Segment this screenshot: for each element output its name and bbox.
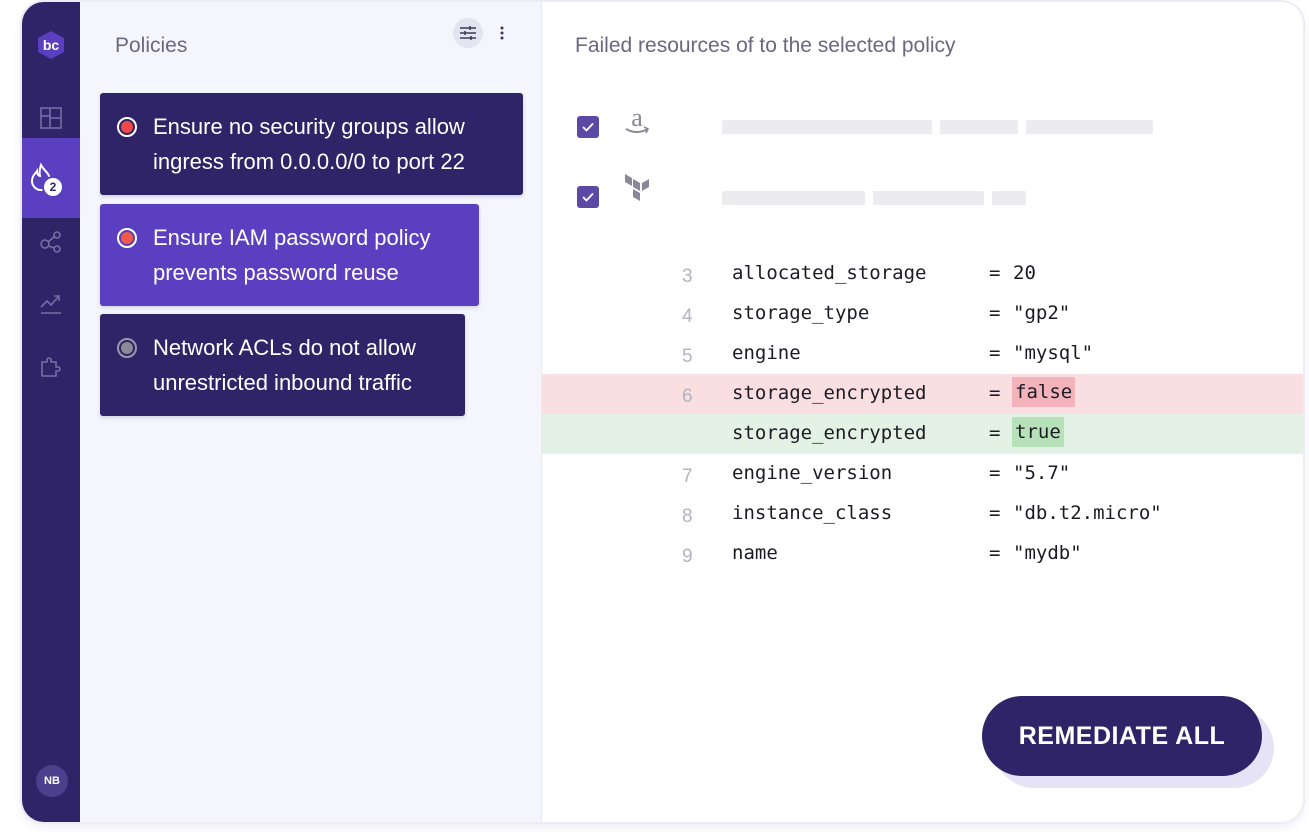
- policy-name-line1: Ensure IAM password policy: [153, 225, 431, 250]
- skeleton-bar: [940, 120, 1018, 134]
- policy-name-line1: Ensure no security groups allow: [153, 114, 465, 139]
- amazon-icon: a: [622, 102, 652, 136]
- code-equals: =: [989, 302, 1001, 324]
- code-line: 4 storage_type = "gp2": [542, 294, 1303, 334]
- skeleton-bar: [1026, 120, 1153, 134]
- sliders-icon: [460, 26, 476, 40]
- app-window: bc 2 NB Policies Ensure no security grou…: [22, 2, 1303, 822]
- status-dot-icon: [117, 117, 137, 137]
- failed-resources-title: Failed resources of to the selected poli…: [575, 34, 956, 57]
- code-line-added: storage_encrypted = true: [542, 414, 1303, 454]
- trend-icon[interactable]: [39, 292, 63, 316]
- code-key: instance_class: [732, 502, 893, 524]
- code-value: "mydb": [1013, 542, 1082, 564]
- policies-panel: Policies Ensure no security groups allow…: [80, 2, 542, 822]
- skeleton-bar: [992, 191, 1026, 205]
- code-equals: =: [989, 382, 1001, 404]
- line-number: 6: [682, 386, 693, 407]
- bridgecrew-logo[interactable]: bc: [36, 30, 66, 60]
- notification-badge: 2: [42, 176, 64, 198]
- policy-name-line1: Network ACLs do not allow: [153, 335, 416, 360]
- code-equals: =: [989, 502, 1001, 524]
- policy-card[interactable]: Ensure no security groups allow ingress …: [100, 93, 523, 195]
- code-line: 3 allocated_storage = 20: [542, 254, 1303, 294]
- code-value-added: true: [1012, 417, 1064, 447]
- code-value: "5.7": [1013, 462, 1071, 484]
- code-key: allocated_storage: [732, 262, 927, 284]
- kebab-menu-icon: [500, 26, 504, 40]
- sidebar-item-policies[interactable]: 2: [22, 138, 80, 218]
- line-number: 9: [682, 546, 693, 567]
- graph-icon[interactable]: [39, 230, 63, 254]
- code-equals: =: [989, 542, 1001, 564]
- policies-title: Policies: [115, 34, 188, 57]
- line-number: 7: [682, 466, 693, 487]
- sidebar: bc 2 NB: [22, 2, 80, 822]
- user-avatar[interactable]: NB: [36, 765, 68, 797]
- resource-checkbox[interactable]: [577, 116, 599, 138]
- code-equals: =: [989, 422, 1001, 444]
- policy-name-line2: unrestricted inbound traffic: [153, 370, 412, 395]
- policy-card-selected[interactable]: Ensure IAM password policy prevents pass…: [100, 204, 479, 306]
- code-equals: =: [989, 342, 1001, 364]
- status-dot-icon: [117, 338, 137, 358]
- code-value: 20: [1013, 262, 1036, 284]
- line-number: 5: [682, 346, 693, 367]
- policy-name-line2: prevents password reuse: [153, 260, 399, 285]
- resource-checkbox[interactable]: [577, 186, 599, 208]
- filter-button[interactable]: [453, 18, 483, 48]
- remediate-all-button[interactable]: REMEDIATE ALL: [982, 696, 1262, 776]
- checkmark-icon: [582, 192, 594, 202]
- policy-name-line2: ingress from 0.0.0.0/0 to port 22: [153, 149, 465, 174]
- code-panel: Failed resources of to the selected poli…: [542, 2, 1303, 822]
- code-equals: =: [989, 462, 1001, 484]
- code-equals: =: [989, 262, 1001, 284]
- more-options-button[interactable]: [494, 22, 510, 44]
- code-key: engine_version: [732, 462, 893, 484]
- code-line: 7 engine_version = "5.7": [542, 454, 1303, 494]
- dashboard-icon[interactable]: [39, 106, 63, 130]
- svg-text:a: a: [631, 103, 643, 132]
- terraform-icon: [622, 172, 652, 206]
- code-key: storage_encrypted: [732, 382, 927, 404]
- line-number: 3: [682, 266, 693, 287]
- code-key: storage_type: [732, 302, 870, 324]
- code-key: engine: [732, 342, 801, 364]
- skeleton-bar: [722, 120, 932, 134]
- line-number: 4: [682, 306, 693, 327]
- status-dot-icon: [117, 228, 137, 248]
- line-number: 8: [682, 506, 693, 527]
- puzzle-icon[interactable]: [39, 354, 63, 378]
- checkmark-icon: [582, 122, 594, 132]
- skeleton-bar: [873, 191, 984, 205]
- policy-card[interactable]: Network ACLs do not allow unrestricted i…: [100, 314, 465, 416]
- code-value: "mysql": [1013, 342, 1094, 364]
- svg-text:bc: bc: [43, 37, 60, 53]
- code-key: storage_encrypted: [732, 422, 927, 444]
- code-value: "db.t2.micro": [1013, 502, 1162, 524]
- skeleton-bar: [722, 191, 865, 205]
- code-value-removed: false: [1012, 377, 1076, 407]
- code-line: 8 instance_class = "db.t2.micro": [542, 494, 1303, 534]
- code-line: 9 name = "mydb": [542, 534, 1303, 574]
- code-line-removed: 6 storage_encrypted = false: [542, 374, 1303, 414]
- code-line: 5 engine = "mysql": [542, 334, 1303, 374]
- code-value: "gp2": [1013, 302, 1071, 324]
- code-key: name: [732, 542, 778, 564]
